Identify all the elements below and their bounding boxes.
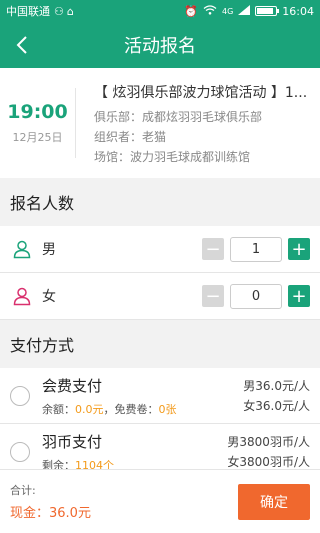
event-name: 【 炫羽俱乐部波力球馆活动 】1... [94,84,308,101]
female-count-field[interactable]: 0 [230,283,282,309]
male-plus-button[interactable]: + [288,238,310,260]
alarm-icon: ⏰ [184,4,198,18]
total-block: 合计: 现金：36.0元 [10,482,91,521]
female-count-row: 女 − 0 + [0,273,320,320]
coin-pay-name: 羽币支付 [42,432,103,451]
female-minus-button[interactable]: − [202,285,224,307]
coupon-value: 0张 [158,402,177,416]
coin-pay-price: 男3800羽币/人 女3800羽币/人 [227,432,310,472]
back-button[interactable] [0,22,44,68]
chevron-left-icon [16,36,27,54]
balance-label: 余额： [42,402,75,416]
status-bar: 中国联通 ⚇ ⌂ ⏰ 4G 16:04 [0,0,320,22]
female-plus-button[interactable]: + [288,285,310,307]
coin-price-male: 男3800羽币/人 [227,434,310,449]
male-count-field[interactable]: 1 [230,236,282,262]
male-count-row: 男 − 1 + [0,226,320,273]
male-label: 男 [42,242,56,258]
payment-section-header: 支付方式 [0,320,320,368]
male-quantity-stepper: − 1 + [202,236,310,262]
clock: 16:04 [282,4,314,18]
balance-value: 0.0元 [75,402,104,416]
wifi-icon [203,4,217,18]
notification-icon: ⚇ [54,4,64,18]
event-time-block: 19:00 12月25日 [0,88,76,158]
event-info: 【 炫羽俱乐部波力球馆活动 】1... 俱乐部：成都炫羽羽毛球俱乐部 组织者：老… [76,82,320,165]
usb-icon: ⌂ [66,4,74,18]
signal-icon [238,4,251,18]
nav-bar: 活动报名 [0,22,320,68]
male-minus-button[interactable]: − [202,238,224,260]
female-label: 女 [42,289,56,305]
female-person-icon [12,286,32,306]
coin-pay-radio[interactable] [10,441,30,462]
member-price-female: 女36.0元/人 [243,398,310,413]
member-pay-radio[interactable] [10,385,30,406]
member-pay-name: 会费支付 [42,376,103,395]
event-time: 19:00 [7,101,68,123]
venue-label: 场馆： [94,149,131,164]
club-value: 成都炫羽羽毛球俱乐部 [142,109,263,124]
organizer-label: 组织者： [94,129,143,144]
page-title: 活动报名 [124,36,196,57]
male-person-icon [12,239,32,259]
event-date: 12月25日 [12,131,63,144]
bottom-bar: 合计: 现金：36.0元 确定 [0,469,320,533]
confirm-button[interactable]: 确定 [238,483,310,520]
event-card[interactable]: 19:00 12月25日 【 炫羽俱乐部波力球馆活动 】1... 俱乐部：成都炫… [0,68,320,178]
payment-option-member[interactable]: 会费支付 余额：0.0元，免费卷：0张 男36.0元/人 女36.0元/人 [0,368,320,424]
female-quantity-stepper: − 0 + [202,283,310,309]
member-price-male: 男36.0元/人 [243,378,310,393]
signup-section-header: 报名人数 [0,178,320,226]
member-pay-balance: 余额：0.0元，免费卷：0张 [42,401,177,417]
event-venue-row: 场馆：波力羽毛球成都训练馆 [94,148,320,165]
event-club-row: 俱乐部：成都炫羽羽毛球俱乐部 [94,108,320,125]
total-amount: 现金：36.0元 [10,506,91,521]
organizer-value: 老猫 [142,129,167,144]
network-type-label: 4G [222,6,234,16]
event-organizer-row: 组织者：老猫 [94,128,320,145]
club-label: 俱乐部： [94,109,143,124]
total-label: 合计: [10,484,36,497]
venue-value: 波力羽毛球成都训练馆 [130,149,251,164]
member-pay-price: 男36.0元/人 女36.0元/人 [243,376,310,416]
carrier-label: 中国联通 [6,5,50,18]
battery-icon [255,6,280,16]
coupon-label: ，免费卷： [103,402,159,416]
